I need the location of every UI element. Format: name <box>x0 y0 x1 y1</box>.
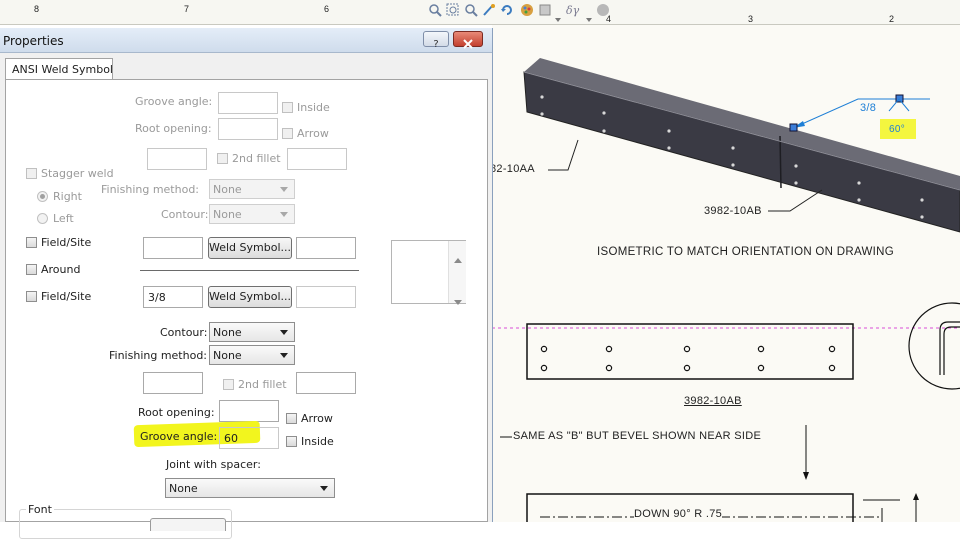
top-groove-angle-label: Groove angle: <box>135 95 213 108</box>
right-radio[interactable] <box>37 191 48 202</box>
stagger-weld-label: Stagger weld <box>41 167 114 180</box>
around-label: Around <box>41 263 81 276</box>
chevron-down-icon <box>280 330 288 335</box>
preview-scrollbar[interactable] <box>448 241 466 305</box>
bottom-finishing-method-value: None <box>213 349 242 362</box>
chevron-down-icon <box>280 212 288 217</box>
left-radio-label: Left <box>53 212 74 225</box>
top-weld-symbol-button[interactable]: Weld Symbol... <box>208 237 292 259</box>
bottom-arrow-checkbox[interactable] <box>286 413 297 424</box>
top-root-opening-input[interactable] <box>218 118 278 140</box>
weld-symbol-preview <box>391 240 466 305</box>
chevron-down-icon <box>320 486 328 491</box>
same-as-note[interactable]: SAME AS "B" BUT BEVEL SHOWN NEAR SIDE <box>513 430 761 442</box>
dialog-title: Properties <box>3 34 64 48</box>
top-finishing-method-label: Finishing method: <box>101 183 200 196</box>
field-site-checkbox-top[interactable] <box>26 237 37 248</box>
top-arrow-label: Arrow <box>297 127 329 140</box>
part-label-10ab[interactable]: 3982-10AB <box>704 205 762 217</box>
top-contour-label: Contour: <box>161 208 209 221</box>
reference-line <box>140 270 359 271</box>
bottom-second-fillet-label: 2nd fillet <box>238 378 287 391</box>
top-second-fillet-label: 2nd fillet <box>232 152 281 165</box>
bottom-groove-angle-label: Groove angle: <box>140 430 218 443</box>
top-inside-label: Inside <box>297 101 330 114</box>
tab-page: Groove angle: Inside Root opening: Arrow… <box>5 79 488 539</box>
part-label-10aa[interactable]: 82-10AA <box>490 163 535 175</box>
weld-size-annotation[interactable]: 3/8 <box>860 102 876 114</box>
isometric-note[interactable]: ISOMETRIC TO MATCH ORIENTATION ON DRAWIN… <box>597 246 894 258</box>
joint-with-spacer-select[interactable]: None <box>165 478 335 498</box>
scroll-up-icon[interactable] <box>454 248 462 267</box>
top-arrow-checkbox[interactable] <box>282 128 293 139</box>
bottom-right-input[interactable] <box>296 372 356 394</box>
down-note[interactable]: DOWN 90° R .75 <box>634 508 723 520</box>
stagger-weld-checkbox[interactable] <box>26 168 37 179</box>
top-length-input[interactable] <box>296 237 356 259</box>
left-radio[interactable] <box>37 213 48 224</box>
bottom-inside-checkbox[interactable] <box>286 436 297 447</box>
bottom-arrow-label: Arrow <box>301 412 333 425</box>
bottom-weld-size-input[interactable]: 3/8 <box>143 286 203 308</box>
chevron-down-icon <box>280 187 288 192</box>
bottom-contour-value: None <box>213 326 242 339</box>
top-contour-select[interactable]: None <box>209 204 295 224</box>
bottom-root-opening-label: Root opening: <box>138 406 215 419</box>
around-checkbox[interactable] <box>26 264 37 275</box>
bottom-second-fillet-checkbox[interactable] <box>223 379 234 390</box>
properties-dialog: Properties ? ANSI Weld Symbol Groove ang… <box>0 28 493 539</box>
bottom-contour-label: Contour: <box>160 326 208 339</box>
weld-size-value: 3/8 <box>148 291 166 304</box>
top-groove-angle-input[interactable] <box>218 92 278 114</box>
top-right-input[interactable] <box>287 148 347 170</box>
view-label[interactable]: 3982-10AB <box>684 395 742 407</box>
joint-with-spacer-value: None <box>169 482 198 495</box>
help-icon: ? <box>433 39 439 50</box>
top-root-opening-label: Root opening: <box>135 122 212 135</box>
tab-label: ANSI Weld Symbol <box>12 63 113 76</box>
close-button[interactable] <box>453 31 483 49</box>
dialog-title-bar[interactable]: Properties ? <box>0 28 492 53</box>
bottom-left-input[interactable] <box>143 372 203 394</box>
bottom-weld-symbol-button[interactable]: Weld Symbol... <box>208 286 292 308</box>
field-site-checkbox-bottom[interactable] <box>26 291 37 302</box>
bottom-finishing-method-select[interactable]: None <box>209 345 295 365</box>
field-site-label-top: Field/Site <box>41 236 92 249</box>
help-button[interactable]: ? <box>423 31 449 50</box>
bottom-root-opening-input[interactable] <box>219 400 279 422</box>
field-site-label-bottom: Field/Site <box>41 290 92 303</box>
bottom-length-input[interactable] <box>296 286 356 308</box>
chevron-down-icon <box>280 353 288 358</box>
close-icon <box>463 34 473 49</box>
weld-angle-annotation[interactable]: 60° <box>889 124 905 135</box>
font-button[interactable] <box>150 518 226 531</box>
groove-angle-value: 60 <box>224 432 238 445</box>
top-left-input[interactable] <box>147 148 207 170</box>
scroll-down-icon[interactable] <box>454 290 462 309</box>
top-finishing-method-value: None <box>213 183 242 196</box>
tab-ansi-weld-symbol[interactable]: ANSI Weld Symbol <box>5 58 113 80</box>
top-second-fillet-checkbox[interactable] <box>217 153 228 164</box>
bottom-inside-label: Inside <box>301 435 334 448</box>
top-inside-checkbox[interactable] <box>282 102 293 113</box>
bottom-contour-select[interactable]: None <box>209 322 295 342</box>
joint-with-spacer-label: Joint with spacer: <box>166 458 261 471</box>
top-contour-value: None <box>213 208 242 221</box>
bottom-finishing-method-label: Finishing method: <box>109 349 208 362</box>
top-weld-size-input[interactable] <box>143 237 203 259</box>
right-radio-label: Right <box>53 190 82 203</box>
font-group-label: Font <box>26 503 54 516</box>
bottom-groove-angle-input[interactable]: 60 <box>219 427 279 449</box>
top-finishing-method-select[interactable]: None <box>209 179 295 199</box>
